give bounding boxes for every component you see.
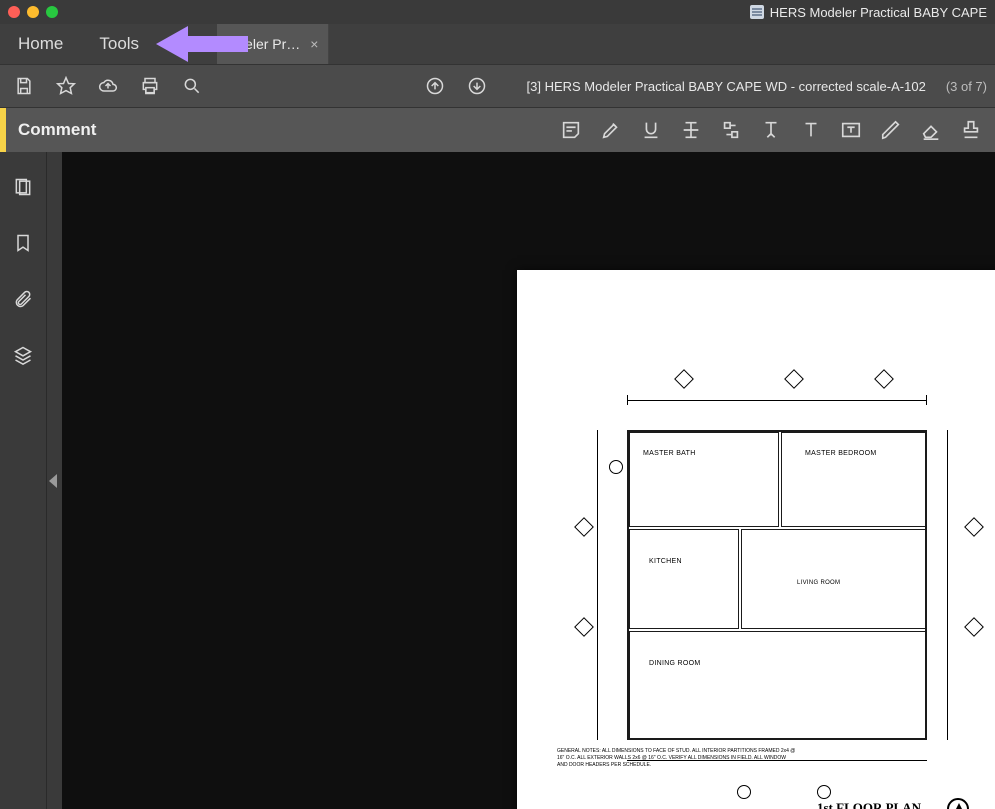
stamp-icon[interactable] xyxy=(955,114,987,146)
document-name: [3] HERS Modeler Practical BABY CAPE WD … xyxy=(527,79,926,94)
strikethrough-icon[interactable] xyxy=(675,114,707,146)
nav-panel-collapse[interactable] xyxy=(46,152,62,809)
sticky-note-icon[interactable] xyxy=(555,114,587,146)
cloud-upload-icon[interactable] xyxy=(92,70,124,102)
underline-icon[interactable] xyxy=(635,114,667,146)
tab-close-button[interactable]: × xyxy=(310,36,318,52)
room-label-living: LIVING ROOM xyxy=(797,580,840,586)
comment-label: Comment xyxy=(18,120,96,140)
window-title: HERS Modeler Practical BABY CAPE xyxy=(750,5,987,20)
replace-text-icon[interactable] xyxy=(715,114,747,146)
room-label-master-bath: MASTER BATH xyxy=(643,450,696,457)
window-titlebar: HERS Modeler Practical BABY CAPE xyxy=(0,0,995,24)
window-controls xyxy=(8,6,58,18)
room-label-dining: DINING ROOM xyxy=(649,660,701,667)
left-rail xyxy=(0,152,46,809)
draw-icon[interactable] xyxy=(875,114,907,146)
add-text-icon[interactable] xyxy=(795,114,827,146)
insert-text-icon[interactable] xyxy=(755,114,787,146)
print-icon[interactable] xyxy=(134,70,166,102)
menubar: Home Tools …eler Pr… × xyxy=(0,24,995,64)
menu-home[interactable]: Home xyxy=(0,24,81,64)
document-viewport[interactable]: MASTER BATH MASTER BEDROOM KITCHEN LIVIN… xyxy=(62,152,995,809)
layers-icon[interactable] xyxy=(8,340,38,370)
window-zoom-button[interactable] xyxy=(46,6,58,18)
window-close-button[interactable] xyxy=(8,6,20,18)
text-box-icon[interactable] xyxy=(835,114,867,146)
window-title-text: HERS Modeler Practical BABY CAPE xyxy=(770,5,987,20)
room-label-kitchen: KITCHEN xyxy=(649,558,682,565)
comment-toolbar: Comment xyxy=(0,108,995,152)
file-icon xyxy=(750,5,764,19)
page-up-icon[interactable] xyxy=(419,70,451,102)
highlight-icon[interactable] xyxy=(595,114,627,146)
erase-icon[interactable] xyxy=(915,114,947,146)
floor-plan-drawing: MASTER BATH MASTER BEDROOM KITCHEN LIVIN… xyxy=(587,380,995,800)
menu-tools[interactable]: Tools xyxy=(81,24,157,64)
page-count: (3 of 7) xyxy=(946,79,987,94)
comment-accent xyxy=(0,108,6,152)
star-icon[interactable] xyxy=(50,70,82,102)
content-area: MASTER BATH MASTER BEDROOM KITCHEN LIVIN… xyxy=(0,152,995,809)
chevron-left-icon xyxy=(49,474,57,488)
main-toolbar: [3] HERS Modeler Practical BABY CAPE WD … xyxy=(0,64,995,108)
plan-notes: GENERAL NOTES: ALL DIMENSIONS TO FACE OF… xyxy=(557,748,797,769)
page-down-icon[interactable] xyxy=(461,70,493,102)
plan-title: 1st FLOOR PLAN xyxy=(817,800,921,809)
pdf-page: MASTER BATH MASTER BEDROOM KITCHEN LIVIN… xyxy=(517,270,995,809)
save-icon[interactable] xyxy=(8,70,40,102)
room-label-master-bedroom: MASTER BEDROOM xyxy=(805,450,876,457)
attachment-icon[interactable] xyxy=(8,284,38,314)
document-tab-label: …eler Pr… xyxy=(231,36,300,52)
document-tab[interactable]: …eler Pr… × xyxy=(217,24,329,64)
bookmark-icon[interactable] xyxy=(8,228,38,258)
window-minimize-button[interactable] xyxy=(27,6,39,18)
thumbnails-icon[interactable] xyxy=(8,172,38,202)
search-icon[interactable] xyxy=(176,70,208,102)
